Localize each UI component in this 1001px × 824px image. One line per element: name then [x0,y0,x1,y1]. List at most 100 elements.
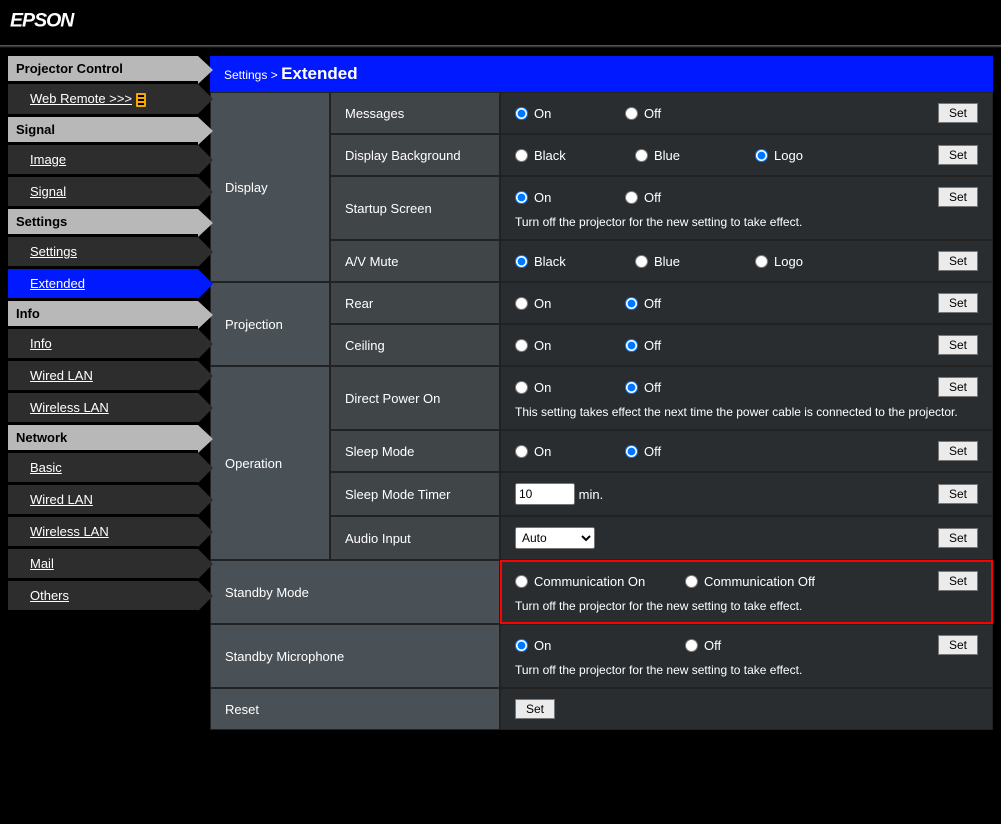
breadcrumb-sep: > [271,68,278,82]
radio-input[interactable] [625,107,638,120]
param-cell: Direct Power On [330,366,500,430]
radio-label: Black [534,148,566,163]
audio-input-select[interactable]: Auto [515,527,595,549]
radio-input[interactable] [635,149,648,162]
sidebar-item-wlan1[interactable]: Wireless LAN [8,393,198,422]
set-button[interactable]: Set [938,293,978,313]
remote-icon [136,93,146,107]
radio-comm-on[interactable]: Communication On [515,574,685,589]
radio-input[interactable] [755,149,768,162]
control-cell: On Off Set [500,282,993,324]
set-button[interactable]: Set [938,103,978,123]
category-cell: Standby Mode [210,560,500,624]
control-cell: OnOff Set [500,92,993,134]
sidebar-item-info[interactable]: Info [8,329,198,358]
radio-label: Logo [774,148,803,163]
radio-label: Off [644,190,661,205]
param-cell: A/V Mute [330,240,500,282]
radio-input[interactable] [515,191,528,204]
sidebar-item-web-remote[interactable]: Web Remote >>> [8,84,198,114]
radio-label: Off [644,380,661,395]
sidebar-item-basic[interactable]: Basic [8,453,198,482]
radio-bg-logo[interactable]: Logo [755,148,875,163]
set-button[interactable]: Set [938,484,978,504]
radio-label: Off [644,296,661,311]
set-button[interactable]: Set [938,571,978,591]
radio-rear-off[interactable]: Off [625,296,735,311]
radio-bg-black[interactable]: Black [515,148,635,163]
brand-logo: EPSON [0,0,1001,41]
radio-input[interactable] [515,107,528,120]
radio-dpo-on[interactable]: On [515,380,625,395]
radio-input[interactable] [625,381,638,394]
radio-su-off[interactable]: Off [625,190,735,205]
set-button[interactable]: Set [938,335,978,355]
radio-input[interactable] [515,381,528,394]
sidebar-item-wiredlan1[interactable]: Wired LAN [8,361,198,390]
radio-av-blue[interactable]: Blue [635,254,755,269]
helper-text: Turn off the projector for the new setti… [515,215,978,229]
radio-bg-blue[interactable]: Blue [635,148,755,163]
category-cell: Projection [210,282,330,366]
settings-table: DisplayMessagesOnOffSetDisplay Backgroun… [210,92,993,730]
radio-slp-off[interactable]: Off [625,444,735,459]
set-button[interactable]: Set [938,377,978,397]
breadcrumb: Settings > Extended [210,56,993,92]
radio-dpo-off[interactable]: Off [625,380,735,395]
radio-input[interactable] [625,191,638,204]
sidebar-item-wiredlan2[interactable]: Wired LAN [8,485,198,514]
radio-input[interactable] [755,255,768,268]
set-button[interactable]: Set [515,699,555,719]
set-button[interactable]: Set [938,251,978,271]
radio-input[interactable] [515,297,528,310]
sidebar-item-signal[interactable]: Signal [8,177,198,206]
header-divider [0,45,1001,48]
sidebar-item-settings[interactable]: Settings [8,237,198,266]
radio-av-logo[interactable]: Logo [755,254,875,269]
set-button[interactable]: Set [938,635,978,655]
sidebar-group-network: Network [8,425,198,450]
set-button[interactable]: Set [938,528,978,548]
sidebar-item-mail[interactable]: Mail [8,549,198,578]
radio-ceil-on[interactable]: On [515,338,625,353]
radio-label: Off [644,338,661,353]
radio-input[interactable] [515,445,528,458]
sidebar-item-extended[interactable]: Extended [8,269,198,298]
radio-input[interactable] [625,445,638,458]
set-button[interactable]: Set [938,441,978,461]
radio-rear-on[interactable]: On [515,296,625,311]
sidebar-item-wlan2[interactable]: Wireless LAN [8,517,198,546]
param-cell: Rear [330,282,500,324]
control-cell: Communication OnCommunication OffSetTurn… [500,560,993,624]
radio-mic-on[interactable]: On [515,638,685,653]
radio-input[interactable] [625,297,638,310]
sidebar-group-settings: Settings [8,209,198,234]
radio-input[interactable] [515,255,528,268]
radio-input[interactable] [515,339,528,352]
radio-ceil-off[interactable]: Off [625,338,735,353]
radio-su-on[interactable]: On [515,190,625,205]
radio-label: Blue [654,148,680,163]
sleep-timer-input[interactable] [515,483,575,505]
set-button[interactable]: Set [938,187,978,207]
control-cell: On Off Set [500,324,993,366]
radio-mic-off[interactable]: Off [685,638,855,653]
radio-label: On [534,444,551,459]
category-cell: Standby Microphone [210,624,500,688]
radio-input[interactable] [515,149,528,162]
radio-label: On [534,190,551,205]
sidebar-item-image[interactable]: Image [8,145,198,174]
radio-slp-on[interactable]: On [515,444,625,459]
radio-input[interactable] [635,255,648,268]
helper-text: Turn off the projector for the new setti… [515,663,978,677]
sidebar-item-others[interactable]: Others [8,581,198,610]
radio-msg-off[interactable]: Off [625,106,735,121]
radio-input[interactable] [625,339,638,352]
radio-comm-off[interactable]: Communication Off [685,574,855,589]
radio-msg-on[interactable]: On [515,106,625,121]
breadcrumb-parent: Settings [224,68,267,82]
radio-av-black[interactable]: Black [515,254,635,269]
helper-text: This setting takes effect the next time … [515,405,978,419]
control-cell: On Off Set [500,430,993,472]
set-button[interactable]: Set [938,145,978,165]
